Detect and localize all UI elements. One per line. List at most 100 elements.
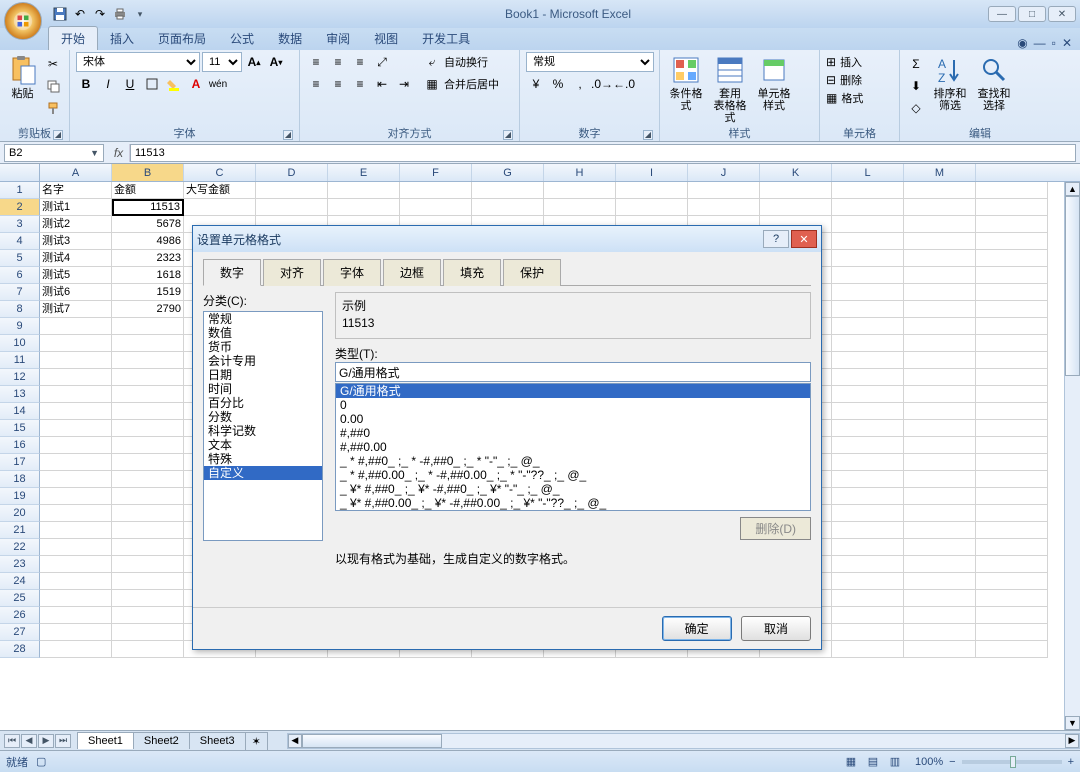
macro-record-icon[interactable]: ▢ [36, 755, 46, 768]
clear-icon[interactable]: ◇ [906, 98, 926, 118]
cell[interactable] [832, 641, 904, 658]
row-header[interactable]: 9 [0, 318, 40, 335]
cell[interactable] [544, 199, 616, 216]
first-sheet-icon[interactable]: ⏮ [4, 734, 20, 748]
cell[interactable] [112, 624, 184, 641]
italic-icon[interactable]: I [98, 74, 118, 94]
row-header[interactable]: 21 [0, 522, 40, 539]
category-item[interactable]: 百分比 [204, 396, 322, 410]
cell[interactable] [40, 403, 112, 420]
number-format-select[interactable]: 常规 [526, 52, 654, 72]
cell[interactable] [976, 573, 1048, 590]
cell[interactable] [904, 182, 976, 199]
dialog-tab-alignment[interactable]: 对齐 [263, 259, 321, 286]
cell[interactable] [976, 454, 1048, 471]
cell[interactable]: 测试7 [40, 301, 112, 318]
cell[interactable] [832, 216, 904, 233]
row-header[interactable]: 1 [0, 182, 40, 199]
cell[interactable] [112, 471, 184, 488]
vertical-scrollbar[interactable]: ▲ ▼ [1064, 182, 1080, 730]
cell[interactable] [40, 624, 112, 641]
cell[interactable] [904, 199, 976, 216]
cell[interactable] [976, 471, 1048, 488]
row-header[interactable]: 18 [0, 471, 40, 488]
redo-icon[interactable]: ↷ [92, 6, 108, 22]
tab-developer[interactable]: 开发工具 [410, 27, 482, 50]
cell[interactable] [976, 386, 1048, 403]
row-header[interactable]: 13 [0, 386, 40, 403]
last-sheet-icon[interactable]: ⏭ [55, 734, 71, 748]
cell[interactable] [832, 624, 904, 641]
cell[interactable] [760, 182, 832, 199]
scroll-thumb[interactable] [1065, 196, 1080, 376]
prev-sheet-icon[interactable]: ◀ [21, 734, 37, 748]
cell[interactable] [112, 641, 184, 658]
cell[interactable] [616, 182, 688, 199]
cell[interactable] [400, 182, 472, 199]
cut-icon[interactable]: ✂ [43, 54, 63, 74]
col-header[interactable]: B [112, 164, 184, 181]
row-header[interactable]: 3 [0, 216, 40, 233]
row-header[interactable]: 12 [0, 369, 40, 386]
row-header[interactable]: 5 [0, 250, 40, 267]
office-button[interactable] [4, 2, 42, 40]
cell[interactable] [832, 301, 904, 318]
delete-cells-button[interactable]: ⊟删除 [826, 72, 862, 88]
row-header[interactable]: 28 [0, 641, 40, 658]
cell[interactable] [832, 284, 904, 301]
cancel-button[interactable]: 取消 [741, 616, 811, 641]
type-item[interactable]: #,##0;-#,##0 [336, 510, 810, 511]
cell[interactable] [112, 590, 184, 607]
type-item[interactable]: #,##0.00 [336, 440, 810, 454]
category-item[interactable]: 科学记数 [204, 424, 322, 438]
shrink-font-icon[interactable]: A▾ [266, 52, 286, 72]
scroll-up-icon[interactable]: ▲ [1065, 182, 1080, 196]
cell[interactable] [904, 437, 976, 454]
col-header[interactable]: G [472, 164, 544, 181]
row-header[interactable]: 25 [0, 590, 40, 607]
cell[interactable] [904, 369, 976, 386]
format-as-table-button[interactable]: 套用 表格格式 [710, 52, 750, 124]
col-header[interactable]: M [904, 164, 976, 181]
col-header[interactable]: C [184, 164, 256, 181]
cell[interactable] [904, 233, 976, 250]
align-bottom-icon[interactable]: ≡ [350, 52, 370, 72]
cell[interactable] [904, 607, 976, 624]
cell[interactable]: 5678 [112, 216, 184, 233]
next-sheet-icon[interactable]: ▶ [38, 734, 54, 748]
cell[interactable] [832, 386, 904, 403]
maximize-button[interactable]: □ [1018, 6, 1046, 22]
cell[interactable] [904, 471, 976, 488]
cell[interactable] [112, 607, 184, 624]
align-right-icon[interactable]: ≡ [350, 74, 370, 94]
cell[interactable] [184, 199, 256, 216]
cell[interactable]: 测试4 [40, 250, 112, 267]
cell[interactable] [832, 556, 904, 573]
cell[interactable]: 金额 [112, 182, 184, 199]
cell[interactable] [832, 233, 904, 250]
cell[interactable]: 测试5 [40, 267, 112, 284]
row-header[interactable]: 19 [0, 488, 40, 505]
cell[interactable] [976, 420, 1048, 437]
cell[interactable] [112, 522, 184, 539]
cell[interactable] [40, 522, 112, 539]
cell[interactable] [400, 199, 472, 216]
cell[interactable] [328, 199, 400, 216]
cell[interactable] [976, 505, 1048, 522]
indent-dec-icon[interactable]: ⇤ [372, 74, 392, 94]
cell[interactable] [40, 488, 112, 505]
align-top-icon[interactable]: ≡ [306, 52, 326, 72]
row-header[interactable]: 7 [0, 284, 40, 301]
type-item[interactable]: _ * #,##0.00_ ;_ * -#,##0.00_ ;_ * "-"??… [336, 468, 810, 482]
category-item[interactable]: 货币 [204, 340, 322, 354]
cell[interactable] [40, 335, 112, 352]
cell[interactable] [256, 199, 328, 216]
category-item[interactable]: 会计专用 [204, 354, 322, 368]
cell[interactable] [904, 301, 976, 318]
row-header[interactable]: 10 [0, 335, 40, 352]
dialog-tab-fill[interactable]: 填充 [443, 259, 501, 286]
row-header[interactable]: 4 [0, 233, 40, 250]
cell[interactable] [832, 590, 904, 607]
ribbon-restore-icon[interactable]: ▫ [1052, 36, 1056, 50]
minimize-button[interactable]: — [988, 6, 1016, 22]
